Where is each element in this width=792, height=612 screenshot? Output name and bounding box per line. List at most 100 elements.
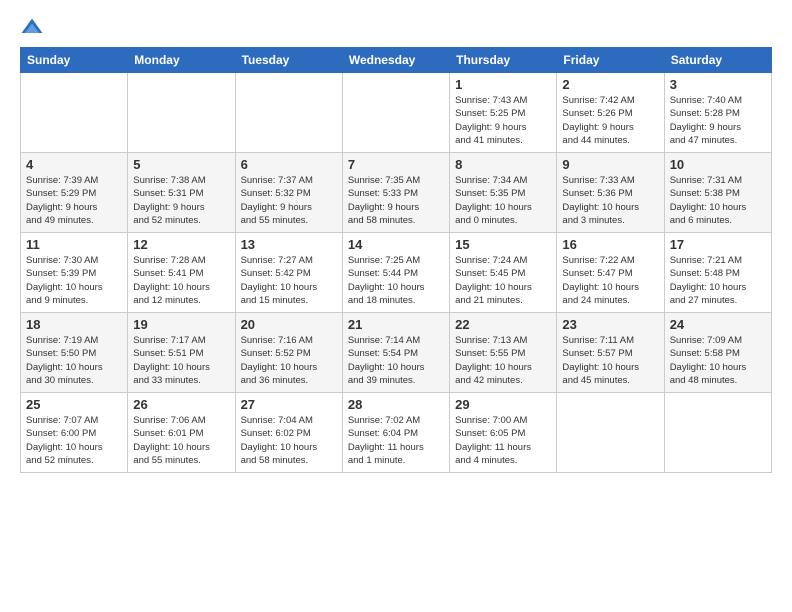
day-number: 18	[26, 317, 122, 332]
day-info: Sunrise: 7:09 AM Sunset: 5:58 PM Dayligh…	[670, 334, 766, 387]
page: SundayMondayTuesdayWednesdayThursdayFrid…	[0, 0, 792, 485]
day-cell: 6 Sunrise: 7:37 AM Sunset: 5:32 PM Daylig…	[235, 153, 342, 233]
day-info: Sunrise: 7:17 AM Sunset: 5:51 PM Dayligh…	[133, 334, 229, 387]
day-cell	[342, 73, 449, 153]
day-cell	[664, 393, 771, 473]
day-cell	[235, 73, 342, 153]
day-info: Sunrise: 7:02 AM Sunset: 6:04 PM Dayligh…	[348, 414, 444, 467]
day-number: 5	[133, 157, 229, 172]
day-number: 3	[670, 77, 766, 92]
day-number: 1	[455, 77, 551, 92]
day-number: 17	[670, 237, 766, 252]
week-row-4: 18 Sunrise: 7:19 AM Sunset: 5:50 PM Dayli…	[21, 313, 772, 393]
day-number: 29	[455, 397, 551, 412]
day-info: Sunrise: 7:38 AM Sunset: 5:31 PM Dayligh…	[133, 174, 229, 227]
header-cell-friday: Friday	[557, 48, 664, 73]
day-info: Sunrise: 7:42 AM Sunset: 5:26 PM Dayligh…	[562, 94, 658, 147]
day-number: 15	[455, 237, 551, 252]
day-cell: 28 Sunrise: 7:02 AM Sunset: 6:04 PM Dayli…	[342, 393, 449, 473]
day-info: Sunrise: 7:28 AM Sunset: 5:41 PM Dayligh…	[133, 254, 229, 307]
day-info: Sunrise: 7:27 AM Sunset: 5:42 PM Dayligh…	[241, 254, 337, 307]
day-info: Sunrise: 7:14 AM Sunset: 5:54 PM Dayligh…	[348, 334, 444, 387]
day-number: 27	[241, 397, 337, 412]
day-cell: 29 Sunrise: 7:00 AM Sunset: 6:05 PM Dayli…	[450, 393, 557, 473]
day-number: 8	[455, 157, 551, 172]
day-cell: 7Sunrise: 7:35 AM Sunset: 5:33 PM Daylig…	[342, 153, 449, 233]
day-number: 4	[26, 157, 122, 172]
day-cell: 10 Sunrise: 7:31 AM Sunset: 5:38 PM Dayli…	[664, 153, 771, 233]
day-info: Sunrise: 7:37 AM Sunset: 5:32 PM Dayligh…	[241, 174, 337, 227]
week-row-3: 11 Sunrise: 7:30 AM Sunset: 5:39 PM Dayli…	[21, 233, 772, 313]
day-cell: 8 Sunrise: 7:34 AM Sunset: 5:35 PM Daylig…	[450, 153, 557, 233]
day-number: 6	[241, 157, 337, 172]
day-info: Sunrise: 7:16 AM Sunset: 5:52 PM Dayligh…	[241, 334, 337, 387]
day-cell: 18 Sunrise: 7:19 AM Sunset: 5:50 PM Dayli…	[21, 313, 128, 393]
day-info: Sunrise: 7:11 AM Sunset: 5:57 PM Dayligh…	[562, 334, 658, 387]
header-row: SundayMondayTuesdayWednesdayThursdayFrid…	[21, 48, 772, 73]
day-cell: 14 Sunrise: 7:25 AM Sunset: 5:44 PM Dayli…	[342, 233, 449, 313]
day-info: Sunrise: 7:31 AM Sunset: 5:38 PM Dayligh…	[670, 174, 766, 227]
day-cell: 22 Sunrise: 7:13 AM Sunset: 5:55 PM Dayli…	[450, 313, 557, 393]
day-number: 9	[562, 157, 658, 172]
day-number: 7	[348, 157, 444, 172]
day-info: Sunrise: 7:22 AM Sunset: 5:47 PM Dayligh…	[562, 254, 658, 307]
day-number: 21	[348, 317, 444, 332]
day-number: 16	[562, 237, 658, 252]
day-info: Sunrise: 7:34 AM Sunset: 5:35 PM Dayligh…	[455, 174, 551, 227]
day-number: 25	[26, 397, 122, 412]
header-cell-monday: Monday	[128, 48, 235, 73]
header-area	[20, 16, 772, 37]
day-cell: 24Sunrise: 7:09 AM Sunset: 5:58 PM Dayli…	[664, 313, 771, 393]
day-info: Sunrise: 7:33 AM Sunset: 5:36 PM Dayligh…	[562, 174, 658, 227]
day-info: Sunrise: 7:04 AM Sunset: 6:02 PM Dayligh…	[241, 414, 337, 467]
week-row-5: 25 Sunrise: 7:07 AM Sunset: 6:00 PM Dayli…	[21, 393, 772, 473]
day-cell	[21, 73, 128, 153]
day-cell: 26 Sunrise: 7:06 AM Sunset: 6:01 PM Dayli…	[128, 393, 235, 473]
day-cell: 17 Sunrise: 7:21 AM Sunset: 5:48 PM Dayli…	[664, 233, 771, 313]
day-info: Sunrise: 7:40 AM Sunset: 5:28 PM Dayligh…	[670, 94, 766, 147]
day-number: 26	[133, 397, 229, 412]
day-cell: 3 Sunrise: 7:40 AM Sunset: 5:28 PM Daylig…	[664, 73, 771, 153]
header-cell-thursday: Thursday	[450, 48, 557, 73]
day-number: 28	[348, 397, 444, 412]
day-number: 13	[241, 237, 337, 252]
day-info: Sunrise: 7:30 AM Sunset: 5:39 PM Dayligh…	[26, 254, 122, 307]
day-cell: 12 Sunrise: 7:28 AM Sunset: 5:41 PM Dayli…	[128, 233, 235, 313]
header-cell-tuesday: Tuesday	[235, 48, 342, 73]
day-info: Sunrise: 7:00 AM Sunset: 6:05 PM Dayligh…	[455, 414, 551, 467]
day-info: Sunrise: 7:21 AM Sunset: 5:48 PM Dayligh…	[670, 254, 766, 307]
day-cell: 13 Sunrise: 7:27 AM Sunset: 5:42 PM Dayli…	[235, 233, 342, 313]
day-info: Sunrise: 7:25 AM Sunset: 5:44 PM Dayligh…	[348, 254, 444, 307]
day-number: 20	[241, 317, 337, 332]
day-number: 2	[562, 77, 658, 92]
day-number: 10	[670, 157, 766, 172]
day-info: Sunrise: 7:39 AM Sunset: 5:29 PM Dayligh…	[26, 174, 122, 227]
day-info: Sunrise: 7:19 AM Sunset: 5:50 PM Dayligh…	[26, 334, 122, 387]
day-number: 22	[455, 317, 551, 332]
day-info: Sunrise: 7:13 AM Sunset: 5:55 PM Dayligh…	[455, 334, 551, 387]
day-number: 14	[348, 237, 444, 252]
calendar-table: SundayMondayTuesdayWednesdayThursdayFrid…	[20, 47, 772, 473]
day-info: Sunrise: 7:06 AM Sunset: 6:01 PM Dayligh…	[133, 414, 229, 467]
day-cell	[557, 393, 664, 473]
week-row-2: 4 Sunrise: 7:39 AM Sunset: 5:29 PM Daylig…	[21, 153, 772, 233]
day-cell: 15Sunrise: 7:24 AM Sunset: 5:45 PM Dayli…	[450, 233, 557, 313]
header-cell-sunday: Sunday	[21, 48, 128, 73]
day-cell: 16 Sunrise: 7:22 AM Sunset: 5:47 PM Dayli…	[557, 233, 664, 313]
logo	[20, 16, 48, 37]
day-cell: 20 Sunrise: 7:16 AM Sunset: 5:52 PM Dayli…	[235, 313, 342, 393]
day-number: 23	[562, 317, 658, 332]
day-cell	[128, 73, 235, 153]
day-cell: 2 Sunrise: 7:42 AM Sunset: 5:26 PM Daylig…	[557, 73, 664, 153]
header-cell-wednesday: Wednesday	[342, 48, 449, 73]
week-row-1: 1 Sunrise: 7:43 AM Sunset: 5:25 PM Daylig…	[21, 73, 772, 153]
day-cell: 5 Sunrise: 7:38 AM Sunset: 5:31 PM Daylig…	[128, 153, 235, 233]
day-number: 19	[133, 317, 229, 332]
day-number: 11	[26, 237, 122, 252]
header-cell-saturday: Saturday	[664, 48, 771, 73]
day-cell: 21 Sunrise: 7:14 AM Sunset: 5:54 PM Dayli…	[342, 313, 449, 393]
day-info: Sunrise: 7:43 AM Sunset: 5:25 PM Dayligh…	[455, 94, 551, 147]
day-info: Sunrise: 7:07 AM Sunset: 6:00 PM Dayligh…	[26, 414, 122, 467]
day-number: 12	[133, 237, 229, 252]
day-cell: 11 Sunrise: 7:30 AM Sunset: 5:39 PM Dayli…	[21, 233, 128, 313]
